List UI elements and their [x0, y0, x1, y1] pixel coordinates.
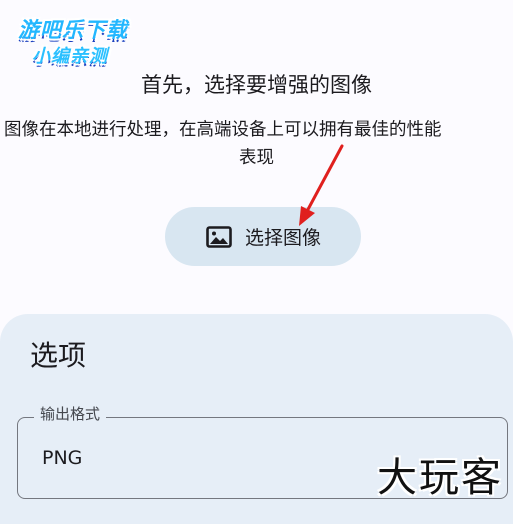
watermark-logo: 游吧乐下载 小编亲测: [12, 6, 152, 67]
select-image-button[interactable]: 选择图像: [165, 207, 361, 266]
watermark-bottom: 大玩客: [377, 455, 503, 501]
image-icon: [205, 225, 233, 249]
options-title: 选项: [30, 339, 87, 372]
page-headline: 首先，选择要增强的图像: [141, 73, 372, 97]
watermark-line-1: 游吧乐下载: [18, 18, 128, 42]
watermark-line-2: 小编亲测: [32, 46, 108, 67]
description-line-1: 图像在本地进行处理，在高端设备上可以拥有最佳的性能: [4, 120, 442, 140]
select-image-label: 选择图像: [244, 228, 321, 249]
description-line-2: 表现: [239, 148, 274, 168]
output-format-value: PNG: [42, 447, 83, 469]
output-format-label: 输出格式: [34, 403, 107, 425]
